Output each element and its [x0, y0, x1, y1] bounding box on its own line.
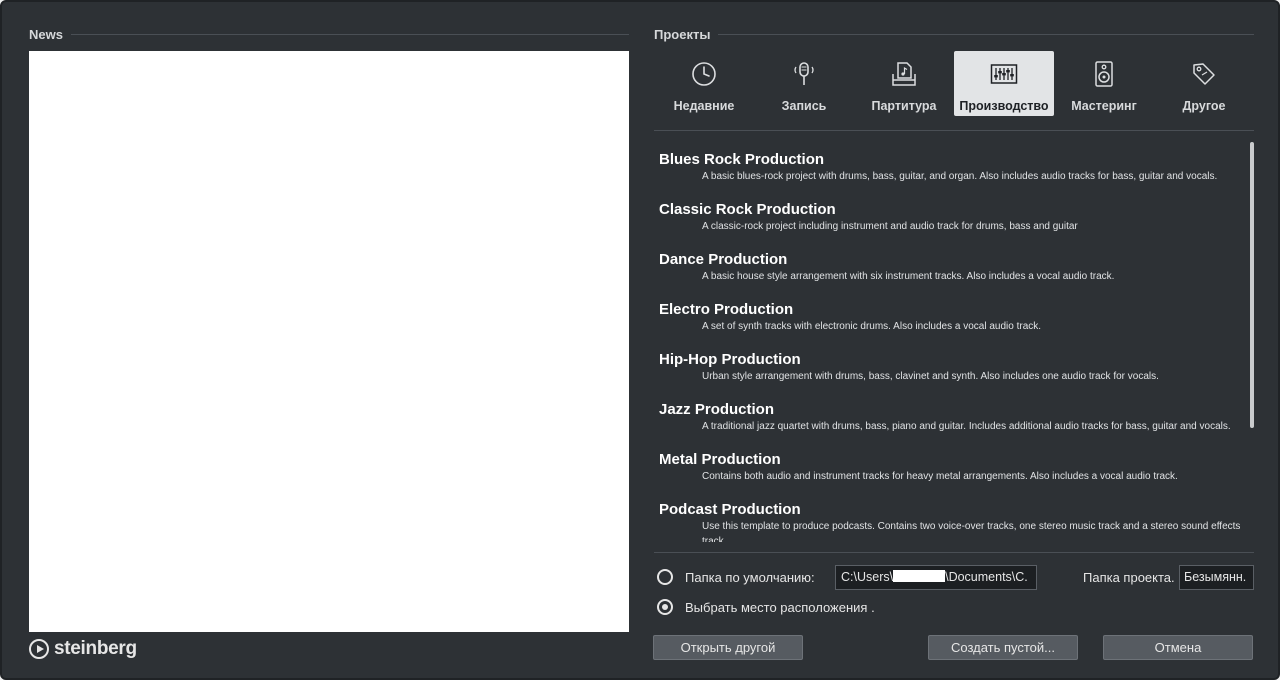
template-description: A traditional jazz quartet with drums, b… — [702, 421, 1231, 432]
template-description: A basic house style arrangement with six… — [702, 271, 1115, 282]
tab-recording[interactable]: Запись — [754, 51, 854, 116]
redacted-username — [893, 570, 946, 582]
path-suffix: \Documents\C. — [945, 570, 1028, 584]
template-title: Classic Rock Production — [659, 201, 836, 218]
project-folder-label: Папка проекта. — [1083, 570, 1175, 585]
projects-title: Проекты — [654, 26, 711, 42]
tag-icon — [1190, 60, 1218, 88]
path-prefix: C:\Users\ — [841, 570, 894, 584]
tab-recording-label: Запись — [781, 99, 827, 113]
steinberg-logo-text: steinberg — [54, 638, 137, 659]
default-folder-radio[interactable] — [657, 569, 673, 585]
template-description: A basic blues-rock project with drums, b… — [702, 171, 1218, 182]
template-description: A classic-rock project including instrum… — [702, 221, 1078, 232]
template-list: Blues Rock Production A basic blues-rock… — [654, 142, 1244, 542]
template-title: Metal Production — [659, 451, 781, 468]
cancel-button[interactable]: Отмена — [1103, 635, 1253, 660]
news-content-area[interactable] — [29, 51, 629, 632]
template-title: Dance Production — [659, 251, 788, 268]
template-item[interactable]: Metal Production Contains both audio and… — [654, 442, 1244, 492]
choose-location-label: Выбрать место расположения . — [685, 600, 875, 615]
clock-icon — [690, 60, 718, 88]
template-item[interactable]: Electro Production A set of synth tracks… — [654, 292, 1244, 342]
template-item[interactable]: Blues Rock Production A basic blues-rock… — [654, 142, 1244, 192]
project-assistant-window: News steinberg Проекты Недавние Запись П… — [0, 0, 1280, 680]
open-other-button[interactable]: Открыть другой — [653, 635, 803, 660]
template-title: Podcast Production — [659, 501, 801, 518]
tab-recent-label: Недавние — [673, 99, 735, 113]
category-tabs: Недавние Запись Партитура Производство М… — [654, 51, 1254, 117]
tabs-divider — [654, 130, 1254, 131]
tab-other[interactable]: Другое — [1154, 51, 1254, 116]
template-title: Electro Production — [659, 301, 794, 318]
score-icon — [890, 60, 918, 88]
template-title: Hip-Hop Production — [659, 351, 801, 368]
tab-production-label: Производство — [959, 99, 1049, 113]
template-description: A set of synth tracks with electronic dr… — [702, 321, 1042, 332]
template-item[interactable]: Classic Rock Production A classic-rock p… — [654, 192, 1244, 242]
tab-mastering[interactable]: Мастеринг — [1054, 51, 1154, 116]
template-list-scrollbar[interactable] — [1250, 142, 1254, 428]
tab-recent[interactable]: Недавние — [654, 51, 754, 116]
tab-production[interactable]: Производство — [954, 51, 1054, 116]
template-item[interactable]: Podcast Production Use this template to … — [654, 492, 1244, 542]
list-divider — [654, 552, 1254, 553]
template-description: Use this template to produce podcasts. C… — [702, 521, 1241, 542]
mixer-faders-icon — [990, 60, 1018, 88]
template-description: Contains both audio and instrument track… — [702, 471, 1178, 482]
steinberg-logo: steinberg — [29, 636, 137, 662]
projects-header: Проекты — [654, 26, 1254, 42]
default-folder-label: Папка по умолчанию: — [685, 570, 815, 585]
tab-score[interactable]: Партитура — [854, 51, 954, 116]
template-description: Urban style arrangement with drums, bass… — [702, 371, 1159, 382]
projects-header-divider — [718, 33, 1254, 35]
template-item[interactable]: Hip-Hop Production Urban style arrangeme… — [654, 342, 1244, 392]
news-header-divider — [70, 33, 629, 35]
tab-mastering-label: Мастеринг — [1071, 99, 1137, 113]
default-folder-path-field[interactable]: C:\Users\ \Documents\C. — [835, 565, 1037, 590]
template-item[interactable]: Jazz Production A traditional jazz quart… — [654, 392, 1244, 442]
template-title: Blues Rock Production — [659, 151, 825, 168]
news-title: News — [29, 26, 63, 42]
tab-other-label: Другое — [1182, 99, 1226, 113]
microphone-icon — [790, 60, 818, 88]
create-empty-button[interactable]: Создать пустой... — [928, 635, 1078, 660]
tab-score-label: Партитура — [871, 99, 937, 113]
project-folder-name-field[interactable]: Безымянн. — [1179, 565, 1254, 590]
speaker-icon — [1090, 60, 1118, 88]
news-header: News — [29, 26, 629, 42]
steinberg-play-icon — [29, 639, 49, 659]
template-title: Jazz Production — [659, 401, 775, 418]
choose-location-radio[interactable] — [657, 599, 673, 615]
template-item[interactable]: Dance Production A basic house style arr… — [654, 242, 1244, 292]
